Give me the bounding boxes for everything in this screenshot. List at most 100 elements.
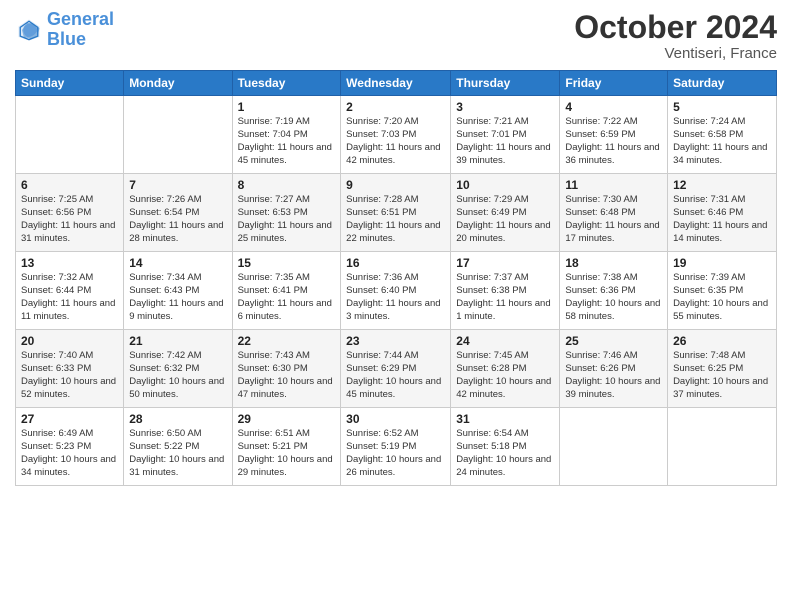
logo-line1: General bbox=[47, 9, 114, 29]
day-detail: Sunrise: 7:34 AM Sunset: 6:43 PM Dayligh… bbox=[129, 272, 226, 323]
header-row: SundayMondayTuesdayWednesdayThursdayFrid… bbox=[16, 71, 777, 96]
day-number: 14 bbox=[129, 256, 226, 270]
day-number: 6 bbox=[21, 178, 118, 192]
day-cell: 18Sunrise: 7:38 AM Sunset: 6:36 PM Dayli… bbox=[560, 252, 668, 330]
day-detail: Sunrise: 7:25 AM Sunset: 6:56 PM Dayligh… bbox=[21, 194, 118, 245]
day-number: 19 bbox=[673, 256, 771, 270]
day-cell: 13 Sunrise: 7:32 AM Sunset: 6:44 PM Dayli… bbox=[16, 252, 124, 330]
day-cell: 14 Sunrise: 7:34 AM Sunset: 6:43 PM Dayli… bbox=[124, 252, 232, 330]
day-detail: Sunrise: 7:32 AM Sunset: 6:44 PM Dayligh… bbox=[21, 272, 118, 323]
day-cell: 7Sunrise: 7:26 AM Sunset: 6:54 PM Daylig… bbox=[124, 174, 232, 252]
day-cell: 24 Sunrise: 7:45 AM Sunset: 6:28 PM Dayli… bbox=[451, 330, 560, 408]
day-cell: 19 Sunrise: 7:39 AM Sunset: 6:35 PM Dayli… bbox=[668, 252, 777, 330]
col-header-friday: Friday bbox=[560, 71, 668, 96]
day-detail: Sunrise: 7:21 AM Sunset: 7:01 PM Dayligh… bbox=[456, 116, 554, 167]
day-number: 15 bbox=[238, 256, 336, 270]
day-detail: Sunrise: 6:51 AM Sunset: 5:21 PM Dayligh… bbox=[238, 428, 336, 479]
day-detail: Sunrise: 7:27 AM Sunset: 6:53 PM Dayligh… bbox=[238, 194, 336, 245]
day-number: 3 bbox=[456, 100, 554, 114]
col-header-tuesday: Tuesday bbox=[232, 71, 341, 96]
logo-line2: Blue bbox=[47, 29, 86, 49]
day-number: 17 bbox=[456, 256, 554, 270]
day-number: 13 bbox=[21, 256, 118, 270]
day-cell: 12Sunrise: 7:31 AM Sunset: 6:46 PM Dayli… bbox=[668, 174, 777, 252]
week-row-4: 20 Sunrise: 7:40 AM Sunset: 6:33 PM Dayli… bbox=[16, 330, 777, 408]
day-number: 26 bbox=[673, 334, 771, 348]
title-block: October 2024 Ventiseri, France bbox=[574, 10, 777, 62]
col-header-wednesday: Wednesday bbox=[341, 71, 451, 96]
day-number: 30 bbox=[346, 412, 445, 426]
day-number: 31 bbox=[456, 412, 554, 426]
month-title: October 2024 bbox=[574, 10, 777, 45]
day-cell: 26 Sunrise: 7:48 AM Sunset: 6:25 PM Dayli… bbox=[668, 330, 777, 408]
day-number: 7 bbox=[129, 178, 226, 192]
day-cell: 23Sunrise: 7:44 AM Sunset: 6:29 PM Dayli… bbox=[341, 330, 451, 408]
col-header-sunday: Sunday bbox=[16, 71, 124, 96]
day-detail: Sunrise: 7:19 AM Sunset: 7:04 PM Dayligh… bbox=[238, 116, 336, 167]
day-cell: 29 Sunrise: 6:51 AM Sunset: 5:21 PM Dayli… bbox=[232, 408, 341, 486]
col-header-monday: Monday bbox=[124, 71, 232, 96]
day-number: 23 bbox=[346, 334, 445, 348]
day-number: 18 bbox=[565, 256, 662, 270]
day-cell: 27 Sunrise: 6:49 AM Sunset: 5:23 PM Dayli… bbox=[16, 408, 124, 486]
day-number: 2 bbox=[346, 100, 445, 114]
day-detail: Sunrise: 7:45 AM Sunset: 6:28 PM Dayligh… bbox=[456, 350, 554, 401]
header: General Blue October 2024 Ventiseri, Fra… bbox=[15, 10, 777, 62]
day-detail: Sunrise: 7:48 AM Sunset: 6:25 PM Dayligh… bbox=[673, 350, 771, 401]
day-number: 24 bbox=[456, 334, 554, 348]
day-detail: Sunrise: 7:42 AM Sunset: 6:32 PM Dayligh… bbox=[129, 350, 226, 401]
day-number: 4 bbox=[565, 100, 662, 114]
day-number: 20 bbox=[21, 334, 118, 348]
day-cell: 6 Sunrise: 7:25 AM Sunset: 6:56 PM Daylig… bbox=[16, 174, 124, 252]
day-number: 9 bbox=[346, 178, 445, 192]
location: Ventiseri, France bbox=[574, 45, 777, 62]
day-detail: Sunrise: 6:49 AM Sunset: 5:23 PM Dayligh… bbox=[21, 428, 118, 479]
day-detail: Sunrise: 7:36 AM Sunset: 6:40 PM Dayligh… bbox=[346, 272, 445, 323]
day-detail: Sunrise: 7:37 AM Sunset: 6:38 PM Dayligh… bbox=[456, 272, 554, 323]
day-number: 11 bbox=[565, 178, 662, 192]
day-number: 27 bbox=[21, 412, 118, 426]
day-cell: 4Sunrise: 7:22 AM Sunset: 6:59 PM Daylig… bbox=[560, 96, 668, 174]
day-number: 16 bbox=[346, 256, 445, 270]
day-detail: Sunrise: 7:20 AM Sunset: 7:03 PM Dayligh… bbox=[346, 116, 445, 167]
day-cell: 16 Sunrise: 7:36 AM Sunset: 6:40 PM Dayli… bbox=[341, 252, 451, 330]
day-cell: 8 Sunrise: 7:27 AM Sunset: 6:53 PM Daylig… bbox=[232, 174, 341, 252]
day-cell: 1 Sunrise: 7:19 AM Sunset: 7:04 PM Daylig… bbox=[232, 96, 341, 174]
day-cell: 15 Sunrise: 7:35 AM Sunset: 6:41 PM Dayli… bbox=[232, 252, 341, 330]
day-cell: 11 Sunrise: 7:30 AM Sunset: 6:48 PM Dayli… bbox=[560, 174, 668, 252]
day-cell: 31 Sunrise: 6:54 AM Sunset: 5:18 PM Dayli… bbox=[451, 408, 560, 486]
day-number: 22 bbox=[238, 334, 336, 348]
day-detail: Sunrise: 7:31 AM Sunset: 6:46 PM Dayligh… bbox=[673, 194, 771, 245]
week-row-5: 27 Sunrise: 6:49 AM Sunset: 5:23 PM Dayli… bbox=[16, 408, 777, 486]
day-number: 21 bbox=[129, 334, 226, 348]
day-detail: Sunrise: 7:43 AM Sunset: 6:30 PM Dayligh… bbox=[238, 350, 336, 401]
day-cell: 5Sunrise: 7:24 AM Sunset: 6:58 PM Daylig… bbox=[668, 96, 777, 174]
day-cell: 21 Sunrise: 7:42 AM Sunset: 6:32 PM Dayli… bbox=[124, 330, 232, 408]
day-cell bbox=[668, 408, 777, 486]
day-number: 29 bbox=[238, 412, 336, 426]
day-detail: Sunrise: 7:39 AM Sunset: 6:35 PM Dayligh… bbox=[673, 272, 771, 323]
day-number: 8 bbox=[238, 178, 336, 192]
day-cell: 10Sunrise: 7:29 AM Sunset: 6:49 PM Dayli… bbox=[451, 174, 560, 252]
day-cell bbox=[560, 408, 668, 486]
day-number: 10 bbox=[456, 178, 554, 192]
week-row-3: 13 Sunrise: 7:32 AM Sunset: 6:44 PM Dayli… bbox=[16, 252, 777, 330]
day-cell: 28Sunrise: 6:50 AM Sunset: 5:22 PM Dayli… bbox=[124, 408, 232, 486]
day-cell: 2 Sunrise: 7:20 AM Sunset: 7:03 PM Daylig… bbox=[341, 96, 451, 174]
day-detail: Sunrise: 7:35 AM Sunset: 6:41 PM Dayligh… bbox=[238, 272, 336, 323]
day-number: 1 bbox=[238, 100, 336, 114]
col-header-thursday: Thursday bbox=[451, 71, 560, 96]
day-detail: Sunrise: 7:24 AM Sunset: 6:58 PM Dayligh… bbox=[673, 116, 771, 167]
day-cell: 3 Sunrise: 7:21 AM Sunset: 7:01 PM Daylig… bbox=[451, 96, 560, 174]
day-detail: Sunrise: 6:54 AM Sunset: 5:18 PM Dayligh… bbox=[456, 428, 554, 479]
day-cell: 9Sunrise: 7:28 AM Sunset: 6:51 PM Daylig… bbox=[341, 174, 451, 252]
day-detail: Sunrise: 7:40 AM Sunset: 6:33 PM Dayligh… bbox=[21, 350, 118, 401]
week-row-1: 1 Sunrise: 7:19 AM Sunset: 7:04 PM Daylig… bbox=[16, 96, 777, 174]
day-detail: Sunrise: 7:30 AM Sunset: 6:48 PM Dayligh… bbox=[565, 194, 662, 245]
day-cell bbox=[16, 96, 124, 174]
day-cell bbox=[124, 96, 232, 174]
day-number: 25 bbox=[565, 334, 662, 348]
col-header-saturday: Saturday bbox=[668, 71, 777, 96]
day-detail: Sunrise: 6:52 AM Sunset: 5:19 PM Dayligh… bbox=[346, 428, 445, 479]
logo-text: General Blue bbox=[47, 10, 114, 50]
